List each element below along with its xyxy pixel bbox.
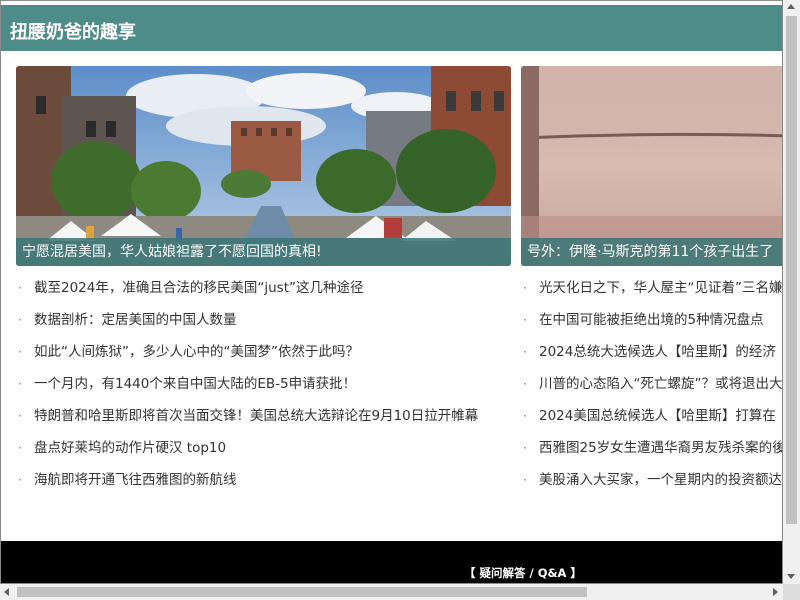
vertical-scroll-thumb[interactable] (786, 16, 797, 524)
news-list-right: · 光天化日之下，华人屋主“见证着”三名嫌 · 在中国可能被拒绝出境的5种情况盘点 … (523, 277, 782, 501)
bullet: · (18, 377, 22, 391)
scrollbar-corner (783, 584, 800, 600)
bullet: · (18, 281, 22, 295)
news-title[interactable]: 2024美国总统候选人【哈里斯】打算在 (539, 408, 776, 424)
faq-link[interactable]: 【 疑问解答 / Q&A 】 (464, 565, 582, 581)
news-link[interactable]: · 如此“人间炼狱”，多少人心中的“美国梦”依然于此吗？ (18, 341, 510, 373)
news-link[interactable]: · 在中国可能被拒绝出境的5种情况盘点 (523, 309, 782, 341)
news-title[interactable]: 截至2024年，准确且合法的移民美国“just”这几种途径 (34, 280, 363, 296)
site-title[interactable]: 扭腰奶爸的趣享 (10, 18, 136, 44)
news-title[interactable]: 在中国可能被拒绝出境的5种情况盘点 (539, 312, 764, 328)
news-title[interactable]: 西雅图25岁女生遭遇华裔男友残杀案的後 (539, 440, 782, 456)
news-title[interactable]: 一个月内，有1440个来自中国大陆的EB-5申请获批！ (34, 376, 356, 392)
scroll-up-arrow-icon[interactable] (787, 4, 795, 9)
news-link[interactable]: · 2024美国总统候选人【哈里斯】打算在 (523, 405, 782, 437)
featured-caption[interactable]: 宁愿混居美国，华人姑娘袒露了不愿回国的真相! (16, 238, 511, 266)
site-footer: 【 疑问解答 / Q&A 】 (1, 541, 782, 583)
news-title[interactable]: 盘点好莱坞的动作片硬汉 top10 (34, 440, 226, 456)
bullet: · (523, 441, 527, 455)
street-scene-image (16, 66, 511, 266)
news-link[interactable]: · 特朗普和哈里斯即将首次当面交锋！美国总统大选辩论在9月10日拉开帷幕 (18, 405, 510, 437)
news-list-left: · 截至2024年，准确且合法的移民美国“just”这几种途径 · 数据剖析：定居美… (18, 277, 510, 501)
news-title[interactable]: 特朗普和哈里斯即将首次当面交锋！美国总统大选辩论在9月10日拉开帷幕 (34, 408, 478, 424)
bullet: · (523, 345, 527, 359)
news-link[interactable]: · 美股涌入大买家，一个星期内的投资额达 (523, 469, 782, 501)
news-link[interactable]: · 西雅图25岁女生遭遇华裔男友残杀案的後 (523, 437, 782, 469)
news-title[interactable]: 川普的心态陷入“死亡螺旋”？或将退出大 (539, 376, 782, 392)
news-link[interactable]: · 光天化日之下，华人屋主“见证着”三名嫌 (523, 277, 782, 309)
scroll-down-arrow-icon[interactable] (787, 574, 795, 579)
news-link[interactable]: · 川普的心态陷入“死亡螺旋”？或将退出大 (523, 373, 782, 405)
bullet: · (18, 345, 22, 359)
bullet: · (523, 409, 527, 423)
news-link[interactable]: · 2024总统大选候选人【哈里斯】的经济 (523, 341, 782, 373)
bullet: · (523, 281, 527, 295)
bullet: · (523, 313, 527, 327)
featured-card[interactable]: 宁愿混居美国，华人姑娘袒露了不愿回国的真相! (16, 66, 511, 266)
news-link[interactable]: · 一个月内，有1440个来自中国大陆的EB-5申请获批！ (18, 373, 510, 405)
news-link[interactable]: · 海航即将开通飞往西雅图的新航线 (18, 469, 510, 501)
news-title[interactable]: 数据剖析：定居美国的中国人数量 (34, 312, 237, 328)
bullet: · (523, 377, 527, 391)
site-header: 扭腰奶爸的趣享 (1, 5, 782, 51)
news-title[interactable]: 美股涌入大买家，一个星期内的投资额达 (539, 472, 782, 488)
news-title[interactable]: 2024总统大选候选人【哈里斯】的经济 (539, 344, 776, 360)
news-link[interactable]: · 截至2024年，准确且合法的移民美国“just”这几种途径 (18, 277, 510, 309)
vertical-scrollbar[interactable] (783, 0, 800, 584)
news-link[interactable]: · 盘点好莱坞的动作片硬汉 top10 (18, 437, 510, 469)
bullet: · (523, 473, 527, 487)
bullet: · (18, 473, 22, 487)
horizontal-scroll-thumb[interactable] (17, 587, 587, 597)
news-title[interactable]: 海航即将开通飞往西雅图的新航线 (34, 472, 237, 488)
news-title[interactable]: 如此“人间炼狱”，多少人心中的“美国梦”依然于此吗？ (34, 344, 359, 360)
skin-closeup-image (521, 66, 782, 266)
news-link[interactable]: · 数据剖析：定居美国的中国人数量 (18, 309, 510, 341)
bullet: · (18, 441, 22, 455)
news-title[interactable]: 光天化日之下，华人屋主“见证着”三名嫌 (539, 280, 782, 296)
scroll-right-arrow-icon[interactable] (773, 588, 778, 596)
bullet: · (18, 313, 22, 327)
bullet: · (18, 409, 22, 423)
scroll-left-arrow-icon[interactable] (4, 588, 9, 596)
browser-viewport: 扭腰奶爸的趣享 宁愿混居美国，华人姑娘袒露了不愿回国的真相! 号外：伊隆·马斯克… (0, 0, 783, 584)
horizontal-scrollbar[interactable] (0, 584, 783, 600)
featured-caption[interactable]: 号外：伊隆·马斯克的第11个孩子出生了 (521, 238, 782, 266)
featured-card[interactable]: 号外：伊隆·马斯克的第11个孩子出生了 (521, 66, 782, 266)
